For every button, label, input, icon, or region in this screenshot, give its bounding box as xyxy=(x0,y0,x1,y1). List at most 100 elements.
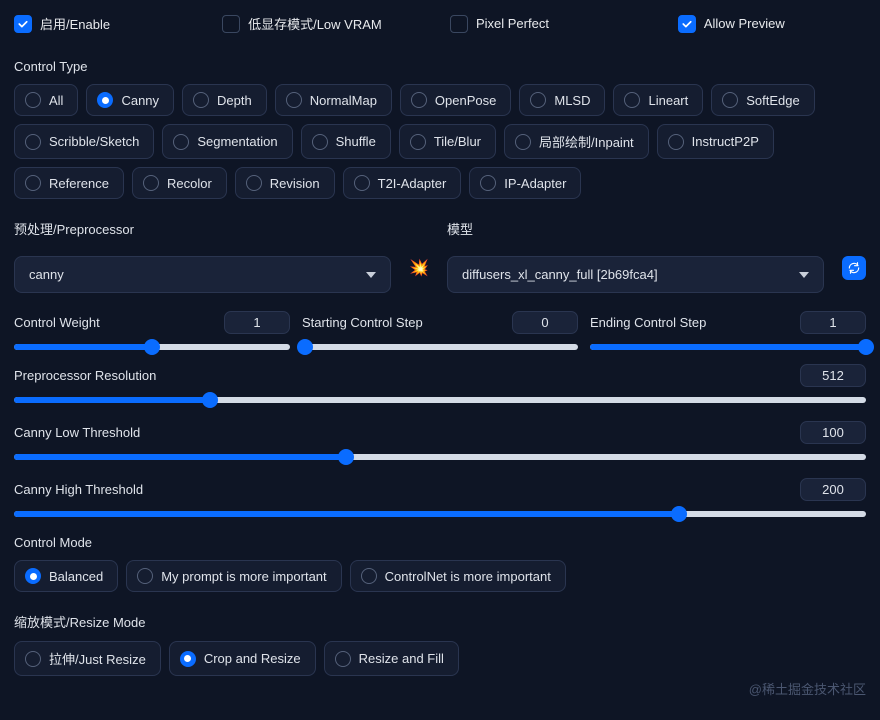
resize-mode-option-crop-and-resize[interactable]: Crop and Resize xyxy=(169,641,316,676)
control-type-option-recolor[interactable]: Recolor xyxy=(132,167,227,199)
checkbox-label: 低显存模式/Low VRAM xyxy=(248,14,382,33)
control-type-option-label: IP-Adapter xyxy=(504,176,566,191)
slider-fill xyxy=(14,454,346,460)
model-select[interactable]: diffusers_xl_canny_full [2b69fca4] xyxy=(447,256,824,293)
radio-icon xyxy=(25,134,41,150)
slider-label: Canny High Threshold xyxy=(14,482,143,497)
control-type-option-depth[interactable]: Depth xyxy=(182,84,267,116)
slider-thumb[interactable] xyxy=(144,339,160,355)
control-type-option-label: Scribble/Sketch xyxy=(49,134,139,149)
control-type-option-segmentation[interactable]: Segmentation xyxy=(162,124,292,159)
slider-track[interactable] xyxy=(590,344,866,350)
radio-icon xyxy=(624,92,640,108)
control-type-option-label: Recolor xyxy=(167,176,212,191)
slider-label: Starting Control Step xyxy=(302,315,423,330)
slider-value[interactable]: 100 xyxy=(800,421,866,444)
radio-icon xyxy=(480,175,496,191)
slider-value[interactable]: 0 xyxy=(512,311,578,334)
checkbox-icon xyxy=(14,15,32,33)
watermark: @稀土掘金技术社区 xyxy=(749,679,866,698)
slider-value[interactable]: 512 xyxy=(800,364,866,387)
slider-fill xyxy=(590,344,866,350)
slider-preproc_res: Preprocessor Resolution 512 xyxy=(14,364,866,403)
slider-label: Preprocessor Resolution xyxy=(14,368,156,383)
control-mode-option-balanced[interactable]: Balanced xyxy=(14,560,118,592)
slider-thumb[interactable] xyxy=(202,392,218,408)
slider-track[interactable] xyxy=(14,344,290,350)
radio-icon xyxy=(286,92,302,108)
control-type-option-canny[interactable]: Canny xyxy=(86,84,174,116)
radio-icon xyxy=(173,134,189,150)
slider-thumb[interactable] xyxy=(671,506,687,522)
resize-mode-option-just-resize[interactable]: 拉伸/Just Resize xyxy=(14,641,161,676)
control-type-option-label: Tile/Blur xyxy=(434,134,481,149)
control-type-option-label: Reference xyxy=(49,176,109,191)
resize-mode-option-label: 拉伸/Just Resize xyxy=(49,649,146,668)
control-type-option-openpose[interactable]: OpenPose xyxy=(400,84,511,116)
radio-icon xyxy=(25,651,41,667)
resize-mode-option-label: Resize and Fill xyxy=(359,651,444,666)
slider-label: Canny Low Threshold xyxy=(14,425,140,440)
control-mode-option-label: Balanced xyxy=(49,569,103,584)
control-type-option-reference[interactable]: Reference xyxy=(14,167,124,199)
slider-value[interactable]: 1 xyxy=(224,311,290,334)
control-type-option-tile-blur[interactable]: Tile/Blur xyxy=(399,124,496,159)
slider-track[interactable] xyxy=(14,454,866,460)
slider-thumb[interactable] xyxy=(338,449,354,465)
control-type-option-ip-adapter[interactable]: IP-Adapter xyxy=(469,167,581,199)
checkbox-label: Pixel Perfect xyxy=(476,16,549,31)
slider-label: Ending Control Step xyxy=(590,315,706,330)
slider-value[interactable]: 200 xyxy=(800,478,866,501)
control-type-option-label: MLSD xyxy=(554,93,590,108)
slider-track[interactable] xyxy=(14,511,866,517)
control-type-option-mlsd[interactable]: MLSD xyxy=(519,84,605,116)
control-type-option-label: InstructP2P xyxy=(692,134,759,149)
control-mode-option-label: ControlNet is more important xyxy=(385,569,551,584)
radio-icon xyxy=(335,651,351,667)
checkbox-enable[interactable]: 启用/Enable xyxy=(14,14,212,33)
slider-track[interactable] xyxy=(302,344,578,350)
slider-fill xyxy=(14,344,152,350)
control-mode-label: Control Mode xyxy=(14,535,866,550)
slider-track[interactable] xyxy=(14,397,866,403)
radio-icon xyxy=(97,92,113,108)
control-type-option-label: OpenPose xyxy=(435,93,496,108)
control-type-option-t2i-adapter[interactable]: T2I-Adapter xyxy=(343,167,462,199)
control-type-option-inpaint[interactable]: 局部绘制/Inpaint xyxy=(504,124,649,159)
control-type-option-instructp2p[interactable]: InstructP2P xyxy=(657,124,774,159)
checkbox-pixel-perfect[interactable]: Pixel Perfect xyxy=(450,14,668,33)
control-type-option-all[interactable]: All xyxy=(14,84,78,116)
checkbox-allow-preview[interactable]: Allow Preview xyxy=(678,14,866,33)
slider-value[interactable]: 1 xyxy=(800,311,866,334)
control-type-option-softedge[interactable]: SoftEdge xyxy=(711,84,815,116)
control-type-option-label: Depth xyxy=(217,93,252,108)
control-type-option-label: Segmentation xyxy=(197,134,277,149)
checkbox-low-vram[interactable]: 低显存模式/Low VRAM xyxy=(222,14,440,33)
slider-canny_high: Canny High Threshold 200 xyxy=(14,478,866,517)
slider-thumb[interactable] xyxy=(297,339,313,355)
control-mode-option-my-prompt-is-more-important[interactable]: My prompt is more important xyxy=(126,560,341,592)
control-type-option-shuffle[interactable]: Shuffle xyxy=(301,124,391,159)
control-type-option-scribble-sketch[interactable]: Scribble/Sketch xyxy=(14,124,154,159)
radio-icon xyxy=(25,92,41,108)
preprocessor-select[interactable]: canny xyxy=(14,256,391,293)
control-type-group: AllCanny Depth NormalMap OpenPose MLSD Linear… xyxy=(14,84,866,199)
radio-icon xyxy=(180,651,196,667)
explosion-icon[interactable]: 💥 xyxy=(409,258,429,278)
control-type-option-label: SoftEdge xyxy=(746,93,800,108)
control-type-option-revision[interactable]: Revision xyxy=(235,167,335,199)
model-label: 模型 xyxy=(447,219,824,238)
control-type-option-lineart[interactable]: Lineart xyxy=(613,84,703,116)
radio-icon xyxy=(410,134,426,150)
checkbox-icon xyxy=(678,15,696,33)
slider-thumb[interactable] xyxy=(858,339,874,355)
control-type-option-label: Lineart xyxy=(648,93,688,108)
checkbox-icon xyxy=(450,15,468,33)
control-type-option-label: T2I-Adapter xyxy=(378,176,447,191)
control-mode-option-controlnet-is-more-important[interactable]: ControlNet is more important xyxy=(350,560,566,592)
resize-mode-option-resize-and-fill[interactable]: Resize and Fill xyxy=(324,641,459,676)
control-type-option-normalmap[interactable]: NormalMap xyxy=(275,84,392,116)
checkbox-icon xyxy=(222,15,240,33)
refresh-button[interactable] xyxy=(842,256,866,280)
radio-icon xyxy=(354,175,370,191)
